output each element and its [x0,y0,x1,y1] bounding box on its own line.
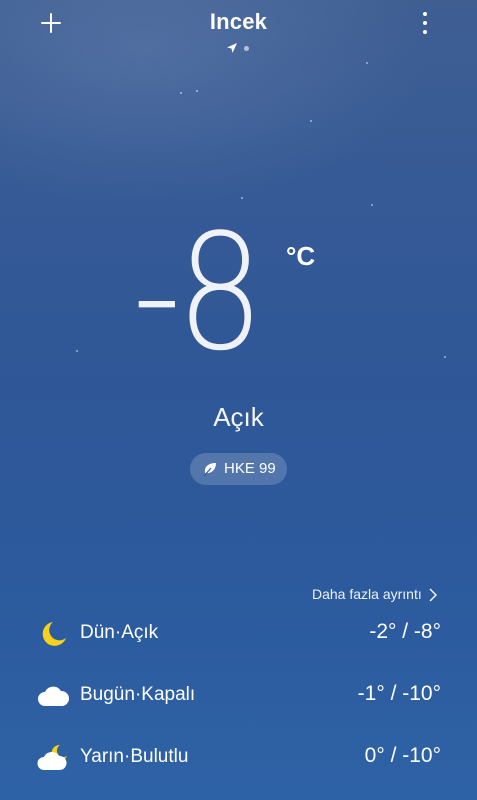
star [180,92,182,94]
page-dot [244,46,249,51]
star [310,120,312,122]
forecast-temperature-range: -2° / -8° [369,620,441,643]
page-indicator [226,42,256,54]
chevron-right-icon [429,588,437,602]
forecast-label: Yarın·Bulutlu [80,746,189,767]
air-quality-badge[interactable]: HKE 99 [190,453,287,485]
star [366,62,368,64]
forecast-label: Bugün·Kapalı [80,684,196,705]
forecast-temperature-range: 0° / -10° [364,744,441,767]
forecast-label: Dün·Açık [80,622,159,643]
air-quality-label: HKE 99 [224,460,276,477]
top-bar: Incek [0,0,477,60]
moon-icon [42,622,66,646]
forecast-temperature-range: -1° / -10° [357,682,441,705]
current-condition: Açık [213,402,264,432]
star [196,90,198,92]
more-options-button[interactable] [414,10,436,36]
more-details-label: Daha fazla ayrıntı [312,586,422,602]
temperature-unit: °C [286,241,316,271]
cloud-icon [38,686,70,706]
current-temperature-block: -8 °C [0,213,477,385]
navigation-arrow-icon [227,43,237,53]
city-title: Incek [209,9,268,34]
forecast-row-tomorrow[interactable]: Yarın·Bulutlu 0° / -10° [0,740,477,780]
leaf-icon [203,463,216,477]
partly-cloudy-icon [37,744,67,770]
temperature-value: -8 [132,199,264,386]
more-details-link[interactable]: Daha fazla ayrıntı [312,586,437,606]
star [371,204,373,206]
forecast-row-today[interactable]: Bugün·Kapalı -1° / -10° [0,678,477,718]
forecast-row-yesterday[interactable]: Dün·Açık -2° / -8° [0,616,477,656]
